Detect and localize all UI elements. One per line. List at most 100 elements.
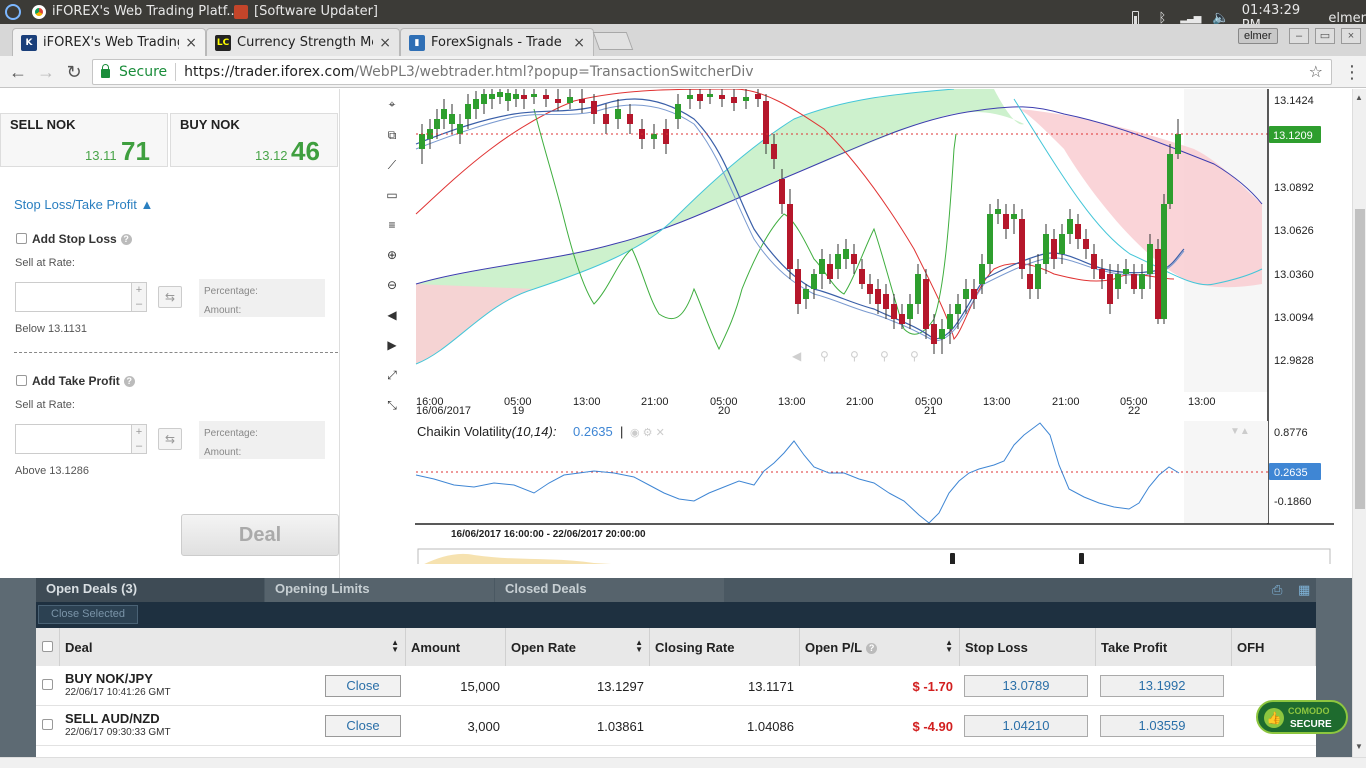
bookmark-star-icon[interactable]: ☆ — [1309, 62, 1323, 81]
help-icon[interactable]: ? — [120, 234, 132, 245]
swap-arrows-icon[interactable]: ⇆ — [158, 286, 182, 308]
sort-icon[interactable]: ▲ ▼ — [945, 639, 953, 654]
close-deal-button[interactable]: Close — [325, 675, 401, 697]
candle — [505, 93, 511, 101]
help-icon[interactable]: ? — [123, 376, 135, 387]
reload-icon[interactable]: ↻ — [63, 61, 85, 83]
chart-canvas[interactable]: 13.1424 13.0892 13.0626 13.0360 13.0094 … — [374, 89, 1334, 564]
take-profit-stepper[interactable]: + – — [131, 424, 147, 454]
export-icon[interactable]: ▦ — [1298, 582, 1310, 598]
price-label: 13.0892 — [1274, 182, 1314, 194]
row-checkbox[interactable] — [42, 719, 53, 730]
deals-panel: Open Deals (3) Opening Limits Closed Dea… — [0, 578, 1366, 757]
navigator-right-handle[interactable] — [1079, 553, 1084, 564]
tab-closed-deals[interactable]: Closed Deals — [495, 578, 724, 602]
stop-loss-button[interactable]: 1.04210 — [964, 715, 1088, 737]
candle — [531, 94, 537, 97]
buy-rate-button[interactable]: BUY NOK 13.12 46 — [170, 113, 338, 167]
forward-icon[interactable]: → — [35, 61, 57, 83]
deal-closing-rate: 13.1171 — [747, 679, 794, 694]
header-deal[interactable]: Deal ▲ ▼ — [60, 628, 406, 666]
pane-collapse-icon[interactable]: ▼▲ — [1230, 426, 1250, 437]
header-take-profit[interactable]: Take Profit — [1096, 628, 1232, 666]
sort-icon[interactable]: ▲ ▼ — [391, 639, 399, 654]
close-icon[interactable]: × — [379, 35, 391, 51]
add-stop-loss-checkbox[interactable] — [16, 233, 27, 244]
indicator-value: 0.2635 — [573, 424, 613, 439]
candle — [899, 314, 905, 324]
vertical-scrollbar[interactable]: ▲ ▼ — [1352, 89, 1366, 757]
sell-rate-button[interactable]: SELL NOK 13.11 71 — [0, 113, 168, 167]
table-row[interactable]: BUY NOK/JPY 22/06/17 10:41:26 GMT Close … — [36, 666, 1316, 706]
close-icon[interactable]: × — [185, 35, 197, 51]
tab-title: Currency Strength Met — [237, 35, 374, 50]
print-icon[interactable]: ⎙ — [1272, 582, 1282, 598]
candle — [1003, 214, 1009, 229]
deals-actions-bar: Close Selected — [36, 602, 1316, 628]
profile-chip[interactable]: elmer — [1238, 28, 1278, 44]
maximize-button[interactable]: ▭ — [1315, 28, 1335, 44]
candle — [473, 99, 479, 109]
window-close-button[interactable]: × — [1341, 28, 1361, 44]
time-label: 21:00 — [641, 396, 669, 408]
stop-loss-button[interactable]: 13.0789 — [964, 675, 1088, 697]
comodo-secure-badge[interactable]: 👍 COMODO SECURE — [1256, 700, 1348, 734]
ubuntu-icon[interactable] — [5, 4, 21, 20]
price-chart[interactable]: ⌖ ⧉ ⟋ ▭ ≡ ⊕ ⊖ ◀ ▶ ⤢ ⤡ 13.1424 13.0892 13… — [374, 89, 1334, 564]
new-tab-button[interactable] — [592, 32, 634, 50]
close-icon[interactable]: × — [573, 35, 585, 51]
sort-icon[interactable]: ▲ ▼ — [635, 639, 643, 654]
scroll-up-icon[interactable]: ▲ — [1355, 93, 1363, 102]
header-open-rate[interactable]: Open Rate ▲ ▼ — [506, 628, 650, 666]
taskbar-item-updater[interactable]: [Software Updater] — [234, 4, 378, 19]
candle — [1067, 219, 1073, 234]
candle — [441, 109, 447, 119]
select-all-checkbox[interactable] — [42, 641, 53, 652]
add-take-profit-checkbox[interactable] — [16, 375, 27, 386]
header-ofh[interactable]: OFH — [1232, 628, 1316, 666]
browser-tab-strip: K iFOREX's Web Trading I × LC Currency S… — [0, 24, 1366, 56]
candle — [579, 99, 585, 103]
minimize-button[interactable]: – — [1289, 28, 1309, 44]
horizontal-scrollbar[interactable] — [0, 757, 1366, 768]
scrollbar-thumb[interactable] — [1355, 209, 1365, 509]
table-row[interactable]: SELL AUD/NZD 22/06/17 09:30:33 GMT Close… — [36, 706, 1316, 746]
lc-favicon-icon: LC — [215, 34, 231, 51]
wifi-icon[interactable]: ▂▃▅ — [1180, 13, 1201, 24]
tab-forexsignals[interactable]: ▮ ForexSignals - Trade Re × — [400, 28, 594, 56]
deal-open-pl: $ -4.90 — [912, 719, 953, 734]
tab-open-deals[interactable]: Open Deals (3) — [36, 578, 264, 602]
header-open-pl[interactable]: Open P/L? ▲ ▼ — [800, 628, 960, 666]
row-checkbox[interactable] — [42, 679, 53, 690]
close-selected-button[interactable]: Close Selected — [38, 605, 138, 624]
navigator-left-handle[interactable] — [950, 553, 955, 564]
tab-iforex[interactable]: K iFOREX's Web Trading I × — [12, 28, 206, 56]
take-profit-button[interactable]: 13.1992 — [1100, 675, 1224, 697]
tab-opening-limits[interactable]: Opening Limits — [265, 578, 494, 602]
close-deal-button[interactable]: Close — [325, 715, 401, 737]
header-closing-rate[interactable]: Closing Rate — [650, 628, 800, 666]
indicator-visibility-icon[interactable]: ◉ ⚙ ✕ — [630, 427, 665, 439]
percentage-label: Percentage: — [204, 286, 258, 297]
url-host: https://trader.iforex.com — [184, 64, 355, 80]
take-profit-button[interactable]: 1.03559 — [1100, 715, 1224, 737]
address-bar[interactable]: Secure https://trader.iforex.com /WebPL3… — [92, 59, 1332, 85]
browser-menu-icon[interactable]: ⋮ — [1343, 61, 1361, 83]
back-icon[interactable]: ← — [7, 61, 29, 83]
stop-loss-stepper[interactable]: + – — [131, 282, 147, 312]
help-icon[interactable]: ? — [866, 643, 878, 654]
taskbar-item-browser[interactable]: iFOREX's Web Trading Platf... — [32, 4, 239, 19]
deal-name: SELL AUD/NZD — [65, 711, 160, 726]
header-amount[interactable]: Amount — [406, 628, 506, 666]
stop-loss-take-profit-toggle[interactable]: Stop Loss/Take Profit ▲ — [14, 197, 153, 212]
candle — [543, 95, 549, 99]
tab-currency-strength[interactable]: LC Currency Strength Met × — [206, 28, 400, 56]
scroll-down-icon[interactable]: ▼ — [1355, 742, 1363, 751]
tab-title: ForexSignals - Trade Re — [431, 35, 568, 50]
swap-arrows-icon[interactable]: ⇆ — [158, 428, 182, 450]
price-label: 12.9828 — [1274, 355, 1314, 367]
take-profit-rate-input[interactable] — [15, 424, 147, 454]
stop-loss-rate-input[interactable] — [15, 282, 147, 312]
header-stop-loss[interactable]: Stop Loss — [960, 628, 1096, 666]
deal-button[interactable]: Deal — [181, 514, 339, 556]
